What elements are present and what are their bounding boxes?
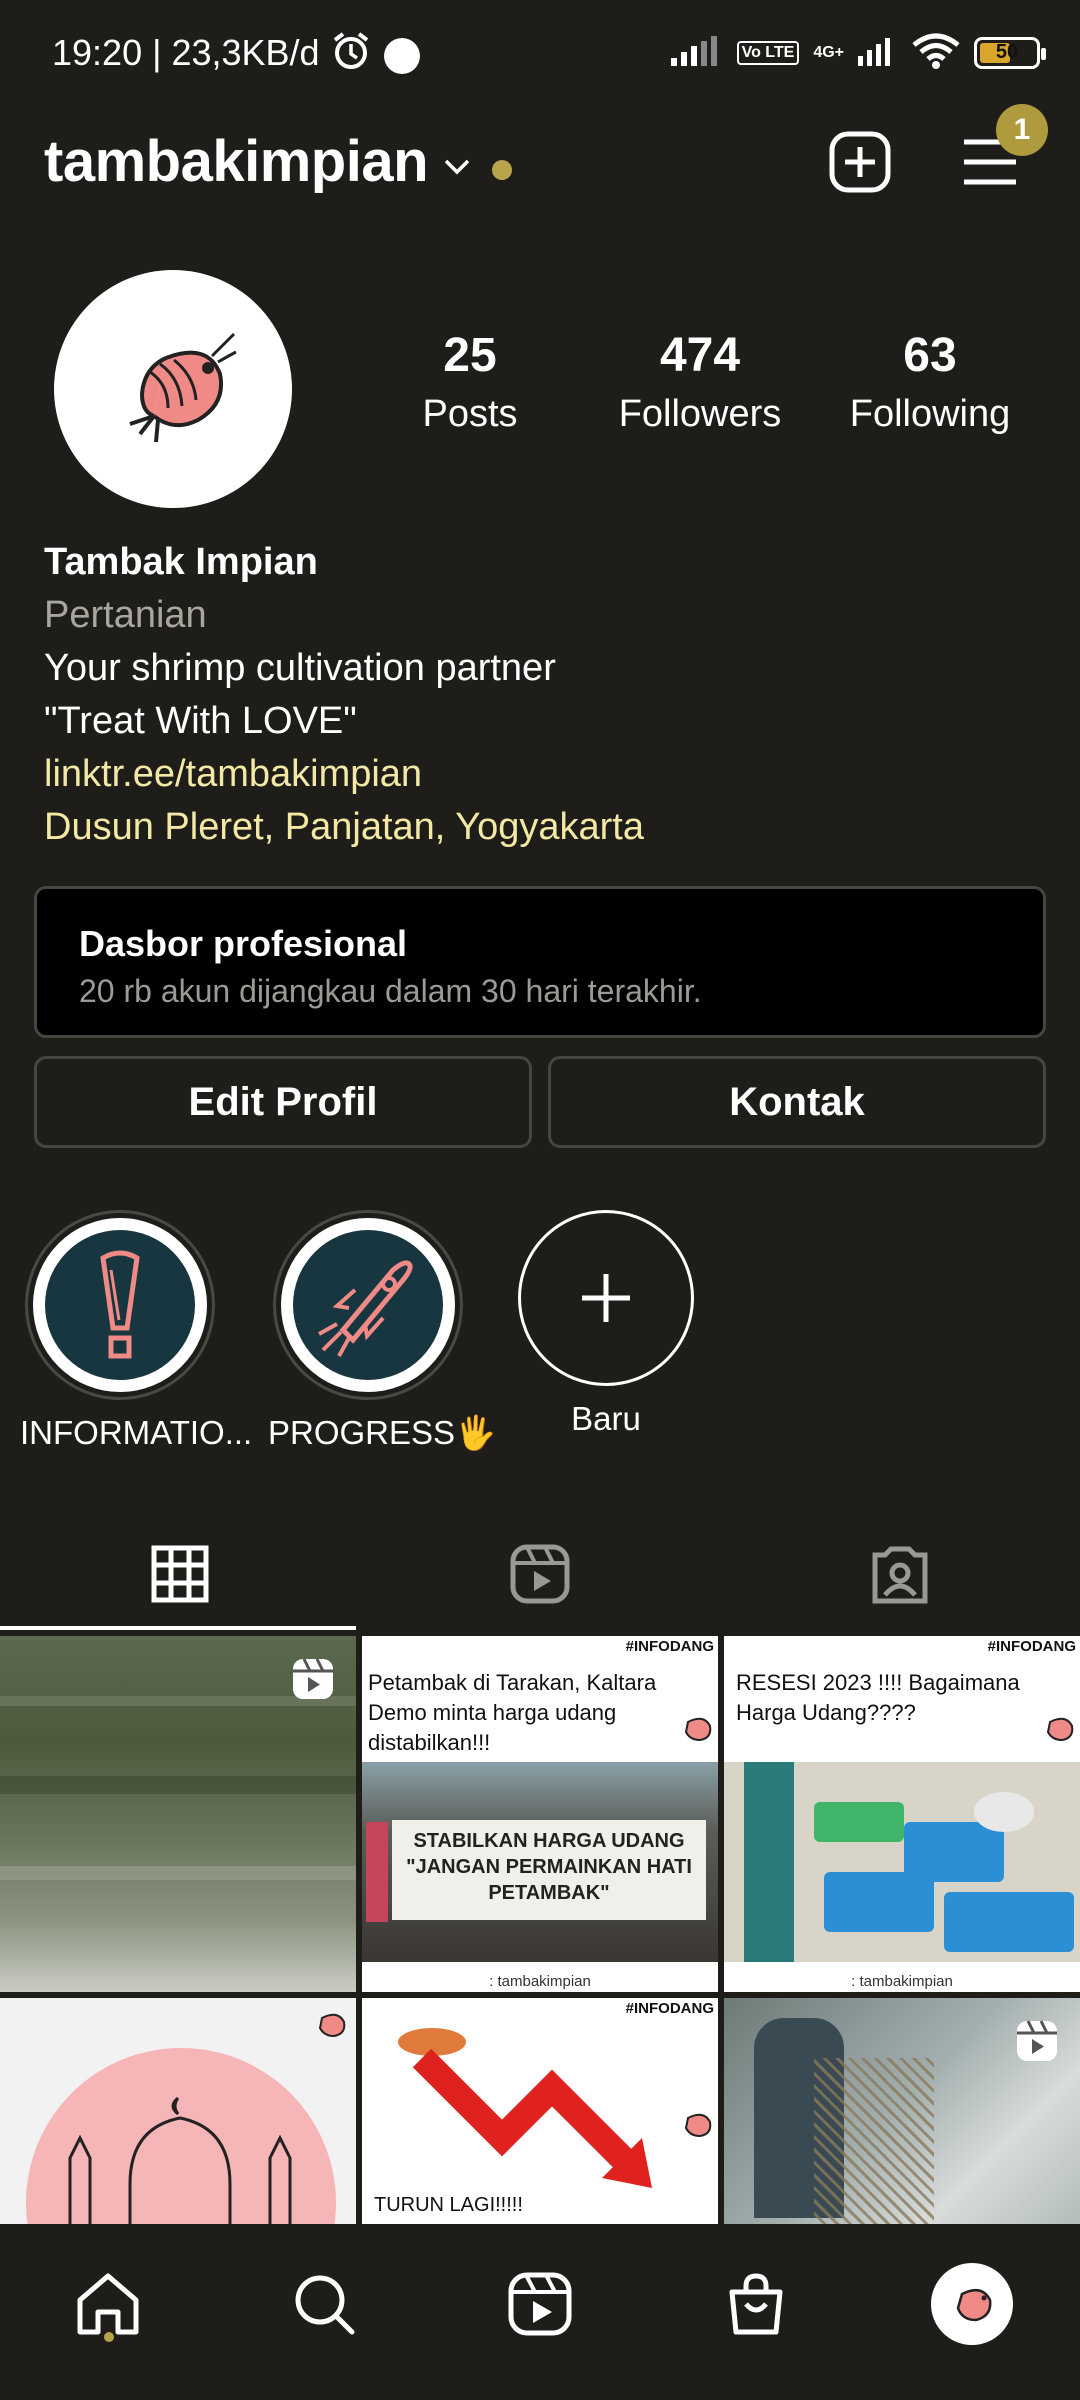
active-tab-indicator xyxy=(0,1626,356,1630)
shrimp-logo-icon xyxy=(129,332,237,443)
stat-following[interactable]: 63 Following xyxy=(820,330,1040,440)
stat-posts[interactable]: 25 Posts xyxy=(360,330,580,440)
protest-photo: STABILKAN HARGA UDANG "JANGAN PERMAINKAN… xyxy=(362,1762,718,1962)
exclamation-icon xyxy=(45,1230,195,1380)
shrimp-logo-icon xyxy=(314,2008,348,2047)
highlight-information[interactable]: INFORMATIO... xyxy=(20,1210,253,1452)
post-thumbnail[interactable] xyxy=(0,1998,356,2224)
shrimp-logo-icon xyxy=(956,2288,992,2322)
followers-label: Followers xyxy=(618,393,782,435)
wifi-icon xyxy=(912,33,960,74)
reel-icon xyxy=(1014,2018,1060,2069)
profile-avatar-small xyxy=(931,2263,1013,2345)
profile-stats: 25 Posts 474 Followers 63 Following xyxy=(360,330,1040,440)
shrimp-logo-icon xyxy=(680,2108,714,2147)
battery-icon: 50 xyxy=(974,37,1046,69)
post-hashtag: #INFODANG xyxy=(625,2000,714,2017)
status-bar: 19:20 | 23,3KB/d Vo LTE 4G+ 50 xyxy=(0,0,1080,110)
bio-link[interactable]: linktr.ee/tambakimpian xyxy=(44,748,1044,801)
following-label: Following xyxy=(849,393,1011,435)
profile-header: tambakimpian xyxy=(0,120,1080,220)
profile-category: Pertanian xyxy=(44,594,207,636)
tab-reels[interactable] xyxy=(360,1516,720,1632)
bottom-navigation xyxy=(0,2224,1080,2400)
battery-level: 50 xyxy=(995,41,1019,63)
post-thumbnail[interactable]: #INFODANG TURUN LAGI!!!!! xyxy=(362,1998,718,2224)
volte-badge: Vo LTE xyxy=(736,41,800,65)
post-thumbnail[interactable]: #INFODANG Petambak di Tarakan, Kaltara D… xyxy=(362,1636,718,1992)
market-photo xyxy=(724,1762,1080,1962)
profile-bio: Tambak Impian Pertanian Your shrimp cult… xyxy=(44,536,1044,854)
reel-icon xyxy=(290,1656,336,1707)
nav-search[interactable] xyxy=(274,2254,374,2354)
tagged-user-icon xyxy=(872,1546,928,1604)
home-icon xyxy=(77,2273,139,2335)
new-highlight-button[interactable]: Baru xyxy=(506,1210,706,1438)
price-down-arrow-icon xyxy=(398,2028,652,2188)
stat-followers[interactable]: 474 Followers xyxy=(590,330,810,440)
bio-line: Your shrimp cultivation partner xyxy=(44,647,556,689)
contact-button[interactable]: Kontak xyxy=(548,1056,1046,1148)
highlight-label: PROGRESS🖐 xyxy=(268,1414,497,1451)
nav-reels[interactable] xyxy=(490,2254,590,2354)
username-switcher[interactable]: tambakimpian xyxy=(44,128,429,195)
reels-icon xyxy=(508,2272,572,2336)
post-caption: Petambak di Tarakan, Kaltara Demo minta … xyxy=(368,1670,657,1755)
status-time: 19:20 | 23,3KB/d xyxy=(52,32,320,73)
post-hashtag: #INFODANG xyxy=(625,1638,714,1655)
signal-icon xyxy=(670,35,723,71)
dashboard-subtitle: 20 rb akun dijangkau dalam 30 hari terak… xyxy=(79,973,702,1009)
dashboard-title: Dasbor profesional xyxy=(79,923,408,964)
tab-grid[interactable] xyxy=(0,1516,360,1632)
highlight-label: Baru xyxy=(571,1400,641,1437)
followers-count: 474 xyxy=(659,329,741,382)
alarm-icon xyxy=(330,30,372,77)
post-watermark: : tambakimpian xyxy=(489,1973,591,1990)
network-type: 4G+ xyxy=(813,44,844,61)
post-caption: TURUN LAGI!!!!! xyxy=(374,2194,523,2216)
status-dot xyxy=(492,160,512,180)
shrimp-logo-icon xyxy=(680,1712,714,1751)
shopping-bag-icon xyxy=(729,2273,783,2335)
menu-notification-badge: 1 xyxy=(996,104,1048,156)
profile-tabs xyxy=(0,1516,1080,1632)
mosque-icon xyxy=(68,2096,292,2224)
create-post-button[interactable] xyxy=(828,130,892,194)
post-thumbnail[interactable] xyxy=(724,1998,1080,2224)
professional-dashboard[interactable]: Dasbor profesional 20 rb akun dijangkau … xyxy=(34,886,1046,1038)
grid-icon xyxy=(151,1545,209,1603)
reels-icon xyxy=(510,1544,570,1604)
tab-tagged[interactable] xyxy=(720,1516,1080,1632)
post-watermark: : tambakimpian xyxy=(851,1973,953,1990)
post-caption: RESESI 2023 !!!! Bagaimana Harga Udang??… xyxy=(736,1670,1020,1725)
profile-avatar[interactable] xyxy=(54,270,292,508)
display-name: Tambak Impian xyxy=(44,541,318,583)
shrimp-logo-icon xyxy=(1042,1712,1076,1751)
bio-address[interactable]: Dusun Pleret, Panjatan, Yogyakarta xyxy=(44,801,1044,854)
signal-icon xyxy=(858,36,898,71)
posts-count: 25 xyxy=(443,329,497,382)
bio-line: "Treat With LOVE" xyxy=(44,700,357,742)
highlight-progress[interactable]: PROGRESS🖐 xyxy=(268,1210,497,1453)
posts-grid: #INFODANG Petambak di Tarakan, Kaltara D… xyxy=(0,1636,1080,2224)
rocket-icon xyxy=(293,1230,443,1380)
search-icon xyxy=(295,2275,355,2335)
following-count: 63 xyxy=(903,329,957,382)
protest-banner: STABILKAN HARGA UDANG "JANGAN PERMAINKAN… xyxy=(392,1820,706,1920)
posts-label: Posts xyxy=(422,393,518,435)
post-thumbnail[interactable]: #INFODANG RESESI 2023 !!!! Bagaimana Har… xyxy=(724,1636,1080,1992)
nav-home-indicator xyxy=(104,2332,114,2342)
plus-icon xyxy=(582,1274,630,1322)
chevron-down-icon[interactable] xyxy=(440,150,474,189)
notification-dot-icon xyxy=(384,38,420,74)
nav-shop[interactable] xyxy=(706,2254,806,2354)
highlight-label: INFORMATIO... xyxy=(20,1414,253,1451)
edit-profile-button[interactable]: Edit Profil xyxy=(34,1056,532,1148)
post-thumbnail[interactable] xyxy=(0,1636,356,1992)
nav-profile[interactable] xyxy=(922,2254,1022,2354)
post-hashtag: #INFODANG xyxy=(987,1638,1076,1655)
